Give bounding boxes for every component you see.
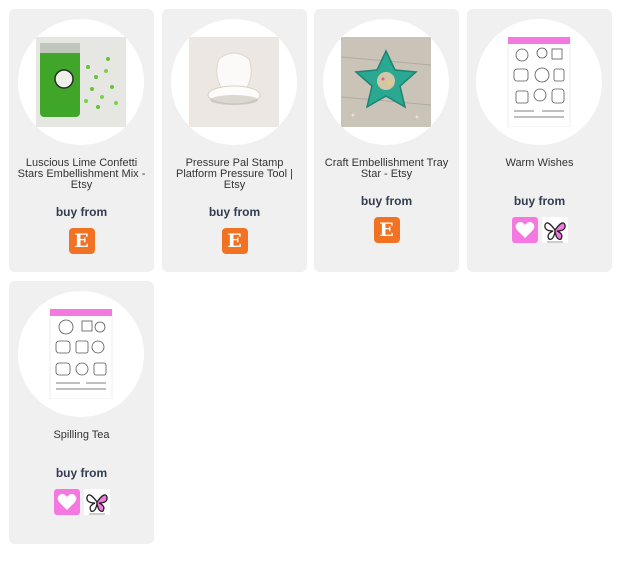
product-title[interactable]: Spilling Tea	[15, 430, 148, 441]
lime-confetti-bag-image	[36, 37, 126, 127]
retailer-list: E	[314, 217, 459, 245]
product-card[interactable]: Spilling Tea buy from	[9, 281, 154, 544]
product-thumbnail[interactable]	[171, 19, 297, 145]
buy-from-label: buy from	[513, 194, 566, 208]
buy-from-label: buy from	[208, 205, 261, 219]
retailer-list: E	[162, 228, 307, 256]
etsy-icon[interactable]: E	[68, 228, 95, 254]
buy-from-label: buy from	[360, 194, 413, 208]
product-thumbnail[interactable]	[18, 291, 144, 417]
star-tray-image	[341, 37, 431, 127]
pressure-tool-image	[189, 37, 279, 127]
product-title[interactable]: Craft Embellishment Tray Star - Etsy	[320, 158, 453, 180]
product-thumbnail[interactable]	[323, 19, 449, 145]
butterfly-shop-icon[interactable]	[541, 217, 568, 243]
butterfly-shop-icon[interactable]	[83, 489, 110, 515]
product-card[interactable]: Warm Wishes buy from	[467, 9, 612, 272]
product-title[interactable]: Warm Wishes	[473, 158, 606, 169]
buy-from-label: buy from	[55, 466, 108, 480]
heart-shop-icon[interactable]	[511, 217, 538, 243]
product-title[interactable]: Pressure Pal Stamp Platform Pressure Too…	[168, 158, 301, 191]
stamp-set-image	[507, 37, 571, 127]
product-card[interactable]: Pressure Pal Stamp Platform Pressure Too…	[162, 9, 307, 272]
product-card[interactable]: Craft Embellishment Tray Star - Etsy buy…	[314, 9, 459, 272]
product-card[interactable]: Luscious Lime Confetti Stars Embellishme…	[9, 9, 154, 272]
retailer-list	[9, 489, 154, 517]
etsy-icon[interactable]: E	[373, 217, 400, 243]
product-thumbnail[interactable]	[476, 19, 602, 145]
stamp-set-image	[49, 309, 113, 399]
etsy-icon[interactable]: E	[221, 228, 248, 254]
product-thumbnail[interactable]	[18, 19, 144, 145]
heart-shop-icon[interactable]	[53, 489, 80, 515]
retailer-list: E	[9, 228, 154, 256]
retailer-list	[467, 217, 612, 245]
product-title[interactable]: Luscious Lime Confetti Stars Embellishme…	[15, 158, 148, 191]
buy-from-label: buy from	[55, 205, 108, 219]
